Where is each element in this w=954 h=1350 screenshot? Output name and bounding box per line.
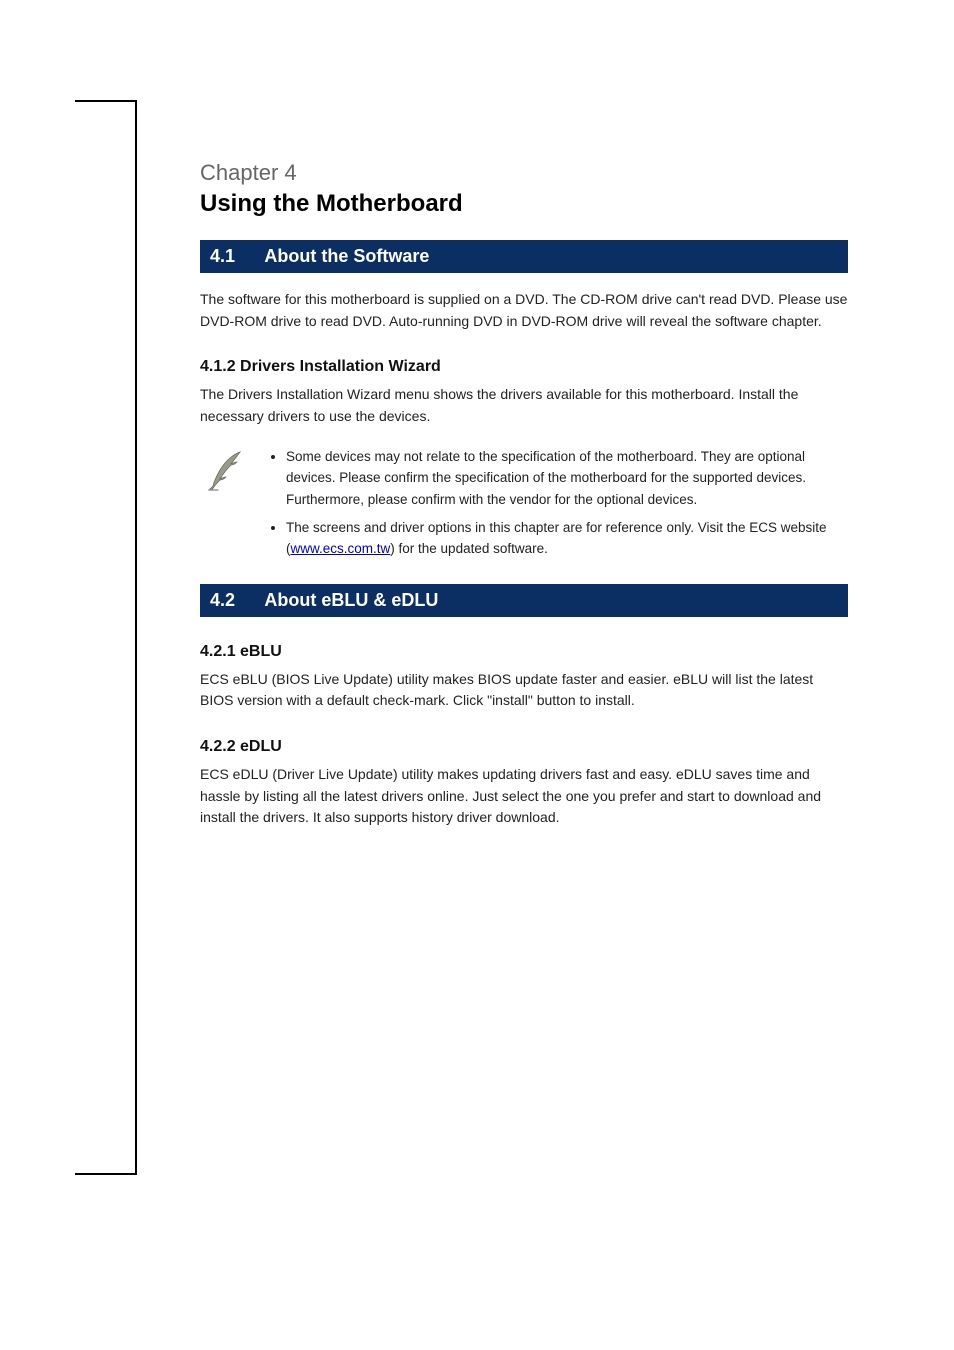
subsection-heading-4-2-1: 4.2.1 eBLU [200, 643, 848, 661]
section-heading-4-2: 4.2 About eBLU & eDLU [200, 584, 848, 617]
note-text: Some devices may not relate to the speci… [268, 446, 848, 566]
ecs-website-link[interactable]: www.ecs.com.tw [291, 541, 391, 556]
quill-icon [200, 446, 250, 496]
content-area: Chapter 4 Using the Motherboard 4.1 Abou… [200, 100, 848, 841]
section-4-1-para: The software for this motherboard is sup… [200, 289, 848, 332]
section-number: 4.1 [210, 246, 260, 267]
section-number: 4.2 [210, 590, 260, 611]
subsection-heading-4-2-2: 4.2.2 eDLU [200, 738, 848, 756]
section-4-2-1-para: ECS eBLU (BIOS Live Update) utility make… [200, 669, 848, 712]
subsection-heading-4-1-2: 4.1.2 Drivers Installation Wizard [200, 358, 848, 376]
note-bullet-2-post: ) for the updated software. [390, 541, 548, 556]
section-title: About eBLU & eDLU [264, 590, 438, 610]
section-4-2-2-para: ECS eDLU (Driver Live Update) utility ma… [200, 764, 848, 829]
chapter-label: Chapter 4 [200, 160, 848, 186]
note-bullet-2: The screens and driver options in this c… [286, 517, 848, 560]
sidebar-frame [75, 100, 137, 1175]
note-bullet-1: Some devices may not relate to the speci… [286, 446, 848, 511]
section-4-1-2-para: The Drivers Installation Wizard menu sho… [200, 384, 848, 427]
chapter-title: Using the Motherboard [200, 190, 848, 218]
section-title: About the Software [264, 246, 429, 266]
page: Chapter 4 Using the Motherboard 4.1 Abou… [0, 0, 954, 1350]
note-block: Some devices may not relate to the speci… [200, 446, 848, 566]
section-heading-4-1: 4.1 About the Software [200, 240, 848, 273]
